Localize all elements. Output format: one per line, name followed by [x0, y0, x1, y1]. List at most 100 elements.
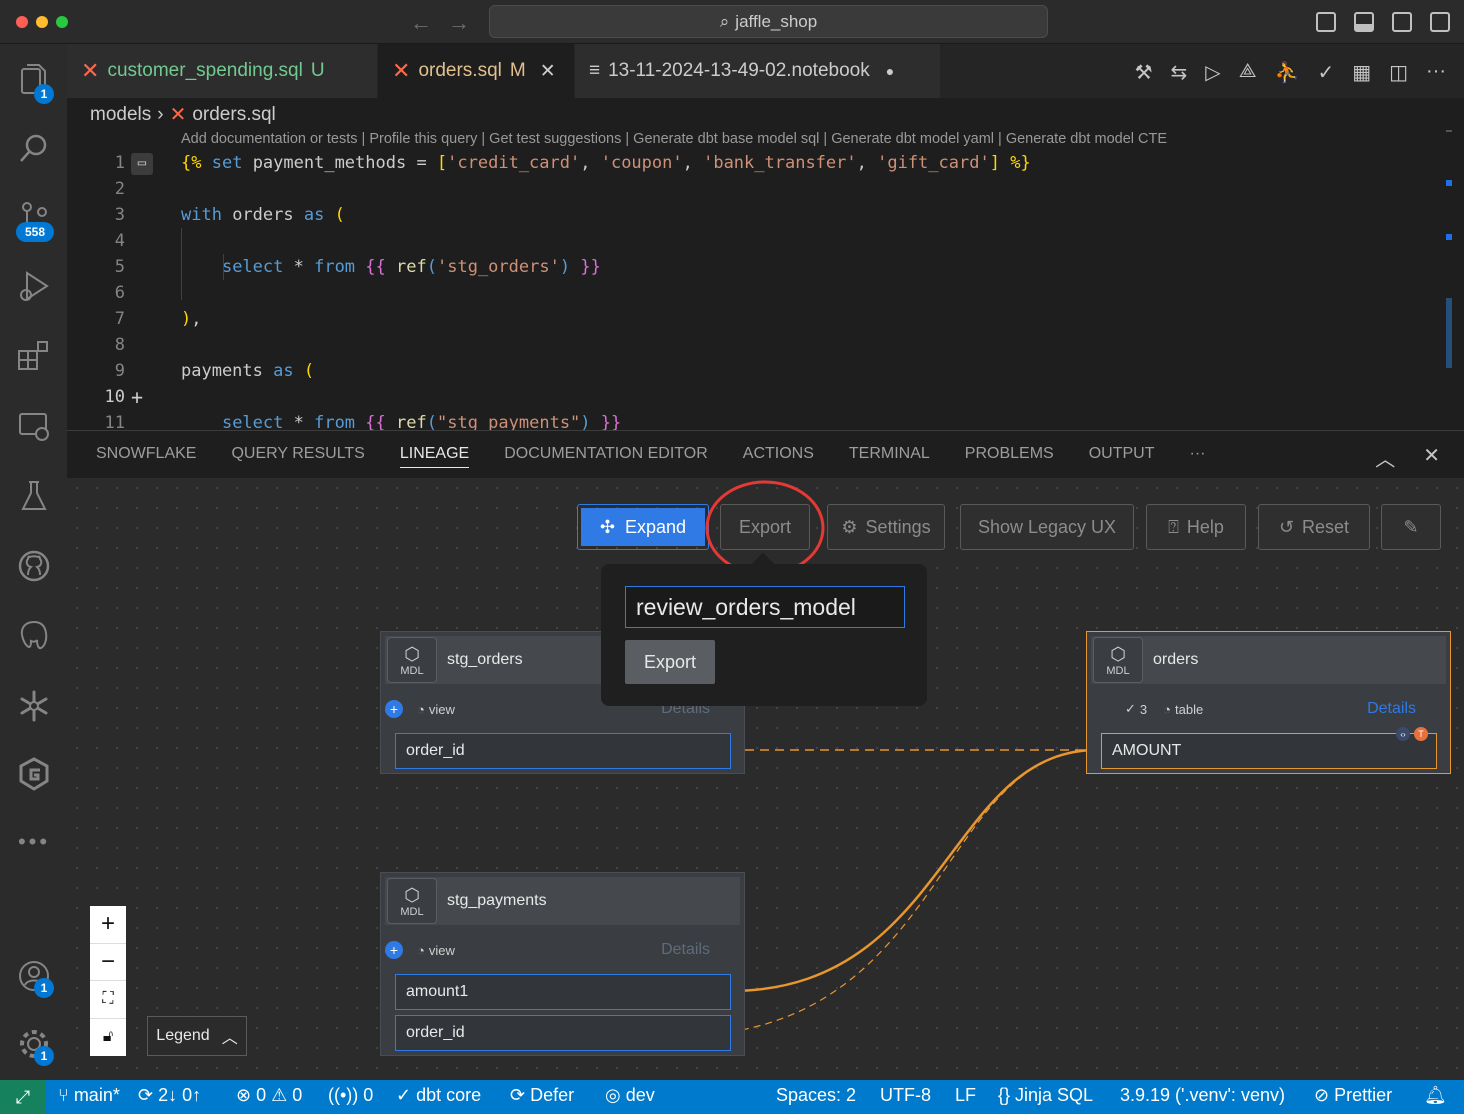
column-amount1[interactable]: amount1	[395, 974, 731, 1010]
expand-network-icon: ✣	[599, 516, 616, 537]
minimize-window-button[interactable]	[36, 16, 48, 28]
python-interpreter-item[interactable]: 3.9.19 ('.venv': venv)	[1120, 1085, 1285, 1106]
tab-query-results[interactable]: QUERY RESULTS	[231, 445, 364, 468]
tab-orders-sql[interactable]: ✕ orders.sql M ✕	[378, 44, 574, 98]
tab-snowflake[interactable]: SNOWFLAKE	[96, 445, 196, 468]
run-icon[interactable]: ▷	[1205, 60, 1220, 85]
column-order-id[interactable]: order_id	[395, 1015, 731, 1051]
run-debug-icon[interactable]	[14, 266, 54, 306]
column-order-id[interactable]: order_id	[395, 733, 731, 769]
split-grid-icon[interactable]: ▦	[1352, 60, 1371, 85]
gitguardian-icon[interactable]	[14, 754, 54, 794]
tab-terminal[interactable]: TERMINAL	[849, 445, 930, 468]
column-amount[interactable]: AMOUNT	[1101, 733, 1437, 769]
check-icon[interactable]: ✓	[1317, 60, 1334, 85]
reset-button[interactable]: ↺ Reset	[1258, 504, 1370, 550]
add-icon[interactable]: +	[131, 384, 143, 410]
tab-notebook[interactable]: ≡ 13-11-2024-13-49-02.notebook ●	[575, 44, 940, 98]
zoom-out-icon[interactable]: −	[90, 944, 126, 981]
build-icon[interactable]: ⟁	[1239, 60, 1257, 85]
remote-explorer-icon[interactable]	[14, 406, 54, 446]
split-editor-icon[interactable]: ◫	[1389, 60, 1408, 85]
editor-actions: ⚒ ⇆ ▷ ⟁ ⛹ ✓ ▦ ◫ ···	[1135, 60, 1446, 85]
panel-tabs: SNOWFLAKE QUERY RESULTS LINEAGE DOCUMENT…	[96, 445, 1205, 468]
fit-view-icon[interactable]: ⛶	[90, 981, 126, 1019]
node-orders[interactable]: ⬡ MDL orders ✓ 3 ◔ table Details AMOUNT …	[1086, 631, 1451, 774]
more-panels-icon[interactable]: ···	[1190, 445, 1206, 468]
expand-button[interactable]: ✣ Expand	[581, 508, 705, 546]
tab-lineage[interactable]: LINEAGE	[399, 445, 470, 468]
close-panel-icon[interactable]: ✕	[1423, 443, 1440, 472]
forward-arrow-icon[interactable]: →	[448, 10, 470, 36]
tab-actions[interactable]: ACTIONS	[743, 445, 814, 468]
lock-icon[interactable]: 🔓︎	[90, 1019, 126, 1057]
language-item[interactable]: {} Jinja SQL	[998, 1085, 1093, 1106]
maximize-panel-icon[interactable]: ︿	[1375, 443, 1395, 472]
customize-layout-icon[interactable]	[1430, 12, 1450, 32]
export-filename-input[interactable]	[625, 586, 905, 628]
encoding-item[interactable]: UTF-8	[880, 1085, 931, 1106]
source-control-icon[interactable]: 558	[14, 196, 54, 242]
branch-item[interactable]: ⑂ main*	[58, 1085, 120, 1106]
explorer-icon[interactable]: 1	[14, 60, 54, 104]
code-editor[interactable]: 1 ▭ {% set payment_methods = ['credit_card…	[67, 150, 1464, 430]
chevron-right-icon: ›	[157, 103, 164, 125]
close-window-button[interactable]	[16, 16, 28, 28]
tab-output[interactable]: OUTPUT	[1089, 445, 1155, 468]
node-stg-payments[interactable]: ⬡ MDL stg_payments + ◔ view Details amou…	[380, 872, 745, 1056]
tab-problems[interactable]: PROBLEMS	[965, 445, 1054, 468]
eol-item[interactable]: LF	[955, 1085, 976, 1106]
remote-indicator-icon[interactable]: ⤢	[0, 1080, 46, 1114]
extensions-icon[interactable]	[14, 336, 54, 376]
help-button[interactable]: ⍰ Help	[1146, 504, 1246, 550]
manage-gear-icon[interactable]: 1	[14, 1024, 54, 1066]
lineage-canvas[interactable]: ✣ Expand Export ⚙ Settings Show Legacy U…	[67, 478, 1464, 1080]
feedback-button[interactable]: ✎	[1381, 504, 1441, 550]
tab-customer-spending[interactable]: ✕ customer_spending.sql U	[67, 44, 377, 98]
maximize-window-button[interactable]	[56, 16, 68, 28]
more-actions-icon[interactable]: ···	[1426, 60, 1446, 85]
accounts-icon[interactable]: 1	[14, 956, 54, 998]
sync-item[interactable]: ⟳ 2↓ 0↑	[138, 1085, 201, 1106]
table-icon: ◔	[1163, 701, 1171, 717]
hammer-icon[interactable]: ⚒	[1135, 60, 1153, 85]
command-center-search[interactable]: ⌕ jaffle_shop	[489, 5, 1048, 38]
details-link[interactable]: Details	[661, 941, 710, 959]
toggle-panel-icon[interactable]	[1354, 12, 1374, 32]
github-icon[interactable]	[14, 546, 54, 586]
dbt-core-item[interactable]: ✓ dbt core	[396, 1085, 481, 1106]
codelens-actions[interactable]: Add documentation or tests | Profile thi…	[181, 131, 1167, 147]
toggle-secondary-sidebar-icon[interactable]	[1392, 12, 1412, 32]
indentation-item[interactable]: Spaces: 2	[776, 1085, 856, 1106]
code-icon: ‹›	[1396, 727, 1410, 741]
defer-item[interactable]: ⟳ Defer	[510, 1085, 574, 1106]
minimap[interactable]	[1446, 130, 1452, 420]
zoom-in-icon[interactable]: +	[90, 906, 126, 944]
export-confirm-button[interactable]: Export	[625, 640, 715, 684]
breadcrumb-folder[interactable]: models	[90, 104, 151, 126]
comment-icon[interactable]: ▭	[131, 153, 153, 175]
compare-icon[interactable]: ⇆	[1171, 60, 1188, 85]
prettier-item[interactable]: ⊘ Prettier	[1314, 1085, 1392, 1106]
ports-item[interactable]: ((•)) 0	[328, 1085, 373, 1106]
more-views-icon[interactable]: •••	[14, 822, 54, 862]
expand-upstream-icon[interactable]: +	[385, 700, 403, 718]
search-icon[interactable]	[14, 128, 54, 168]
notifications-bell-icon[interactable]: 🔔︎	[1424, 1085, 1447, 1106]
close-tab-icon[interactable]: ✕	[540, 60, 556, 83]
breadcrumb-file[interactable]: orders.sql	[192, 104, 275, 126]
postgres-icon[interactable]	[14, 616, 54, 656]
run-person-icon[interactable]: ⛹	[1275, 60, 1300, 85]
back-arrow-icon[interactable]: ←	[410, 10, 432, 36]
toggle-primary-sidebar-icon[interactable]	[1316, 12, 1336, 32]
tab-documentation-editor[interactable]: DOCUMENTATION EDITOR	[504, 445, 708, 468]
settings-button[interactable]: ⚙ Settings	[827, 504, 945, 550]
expand-upstream-icon[interactable]: +	[385, 941, 403, 959]
snowflake-icon[interactable]	[14, 686, 54, 726]
target-item[interactable]: ◎ dev	[605, 1085, 655, 1106]
details-link[interactable]: Details	[1367, 700, 1416, 718]
testing-icon[interactable]	[14, 476, 54, 516]
problems-item[interactable]: ⊗ 0 ⚠ 0	[236, 1085, 302, 1106]
show-legacy-ux-button[interactable]: Show Legacy UX	[960, 504, 1134, 550]
legend-button[interactable]: Legend ︿	[147, 1016, 247, 1056]
